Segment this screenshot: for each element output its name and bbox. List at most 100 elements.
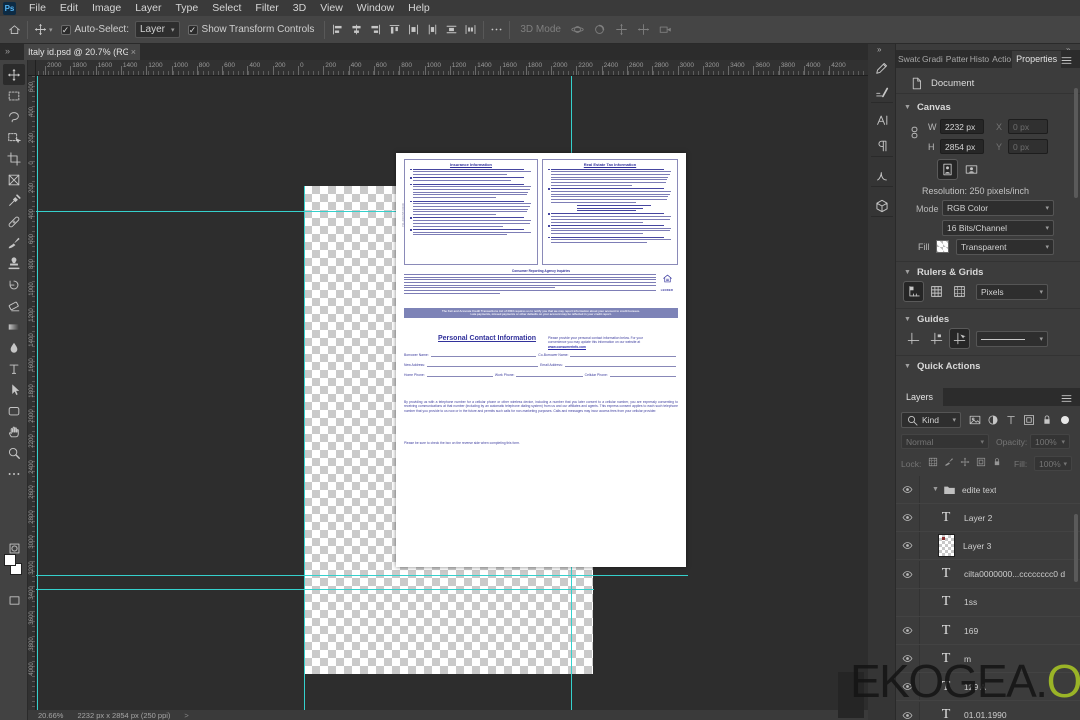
layer-row-01-01-1990[interactable]: T 01.01.1990 — [896, 701, 1080, 720]
align-top-icon[interactable] — [388, 23, 401, 36]
pan-3d-icon[interactable] — [615, 23, 628, 36]
smart-filter-icon[interactable] — [1041, 414, 1053, 426]
close-tab-icon[interactable]: × — [131, 47, 136, 57]
tab-properties[interactable]: Properties — [1012, 51, 1062, 68]
tool-eraser[interactable] — [3, 295, 25, 316]
tool-eyedropper[interactable] — [3, 190, 25, 211]
move-icon[interactable] — [960, 457, 970, 467]
tool-more[interactable] — [3, 463, 25, 484]
layer-visibility-empty[interactable] — [896, 588, 920, 616]
layer-visibility-eye-icon[interactable] — [896, 617, 920, 644]
layer-name[interactable]: m — [964, 654, 971, 664]
layer-row-layer-2[interactable]: T Layer 2 — [896, 504, 1080, 533]
canvas-section-header[interactable]: ▼ Canvas — [904, 102, 951, 113]
tool-move[interactable] — [3, 64, 25, 85]
dist-right-icon[interactable] — [445, 23, 458, 36]
layer-name[interactable]: 01.01.1990 — [964, 710, 1007, 720]
tool-marquee[interactable] — [3, 85, 25, 106]
layer-name[interactable]: 129 A — [964, 682, 986, 692]
camera-3d-icon[interactable] — [659, 23, 672, 36]
tool-blur[interactable] — [3, 337, 25, 358]
tab-patter[interactable]: Patter — [944, 51, 968, 68]
home-icon[interactable] — [8, 23, 21, 36]
layer-row-cilta0000000-cccccccc0-d[interactable]: Tcilta0000000...cccccccc0 d — [896, 560, 1080, 589]
fill-swatch[interactable] — [936, 240, 949, 253]
tool-lasso[interactable] — [3, 106, 25, 127]
layer-row-129-a[interactable]: T 129 A — [896, 673, 1080, 702]
layer-visibility-eye-icon[interactable] — [896, 476, 920, 503]
group-expand-icon[interactable]: ▼ — [932, 486, 939, 493]
text-layer-thumbnail[interactable]: T — [936, 566, 956, 582]
horizontal-ruler[interactable]: 2000 1800 1600 1400 1200 1000 800 600 400 200 0 200… — [28, 60, 868, 76]
panel-icon-character-panel[interactable] — [872, 110, 892, 130]
adjustment-filter-icon[interactable] — [987, 414, 999, 426]
layer-visibility-eye-icon[interactable] — [896, 645, 920, 673]
photoshop-logo-icon[interactable]: Ps — [3, 1, 16, 15]
work-phone-field[interactable] — [516, 374, 583, 377]
chevron-down-icon[interactable]: ▾ — [49, 26, 53, 34]
text-layer-thumbnail[interactable]: T — [936, 651, 956, 667]
layer-visibility-eye-icon[interactable] — [896, 532, 920, 560]
slide-3d-icon[interactable] — [637, 23, 650, 36]
bit-depth-dropdown[interactable]: 16 Bits/Channel ▾ — [942, 220, 1054, 236]
menu-view[interactable]: View — [313, 0, 350, 16]
auto-select-checkbox[interactable]: ✓ — [60, 24, 71, 35]
text-layer-thumbnail[interactable]: T — [936, 594, 956, 610]
roll-3d-icon[interactable] — [593, 23, 606, 36]
toggle-grid-button[interactable] — [927, 282, 946, 301]
tool-history-brush[interactable] — [3, 274, 25, 295]
panel-icon-brushes[interactable] — [872, 82, 892, 102]
lock-guides-button[interactable] — [927, 329, 946, 348]
layer-name[interactable]: cilta0000000...cccccccc0 d — [964, 569, 1065, 579]
tool-type[interactable] — [3, 358, 25, 379]
align-left-icon[interactable] — [331, 23, 344, 36]
co-borrower-name-field[interactable] — [570, 354, 676, 357]
tab-actio[interactable]: Actio — [990, 51, 1012, 68]
tool-gradient[interactable] — [3, 316, 25, 337]
document-page[interactable]: 731-4000SB 90000 Insurance Information R… — [396, 153, 686, 567]
screen-mode-button[interactable] — [3, 590, 25, 611]
brush-icon[interactable] — [944, 457, 954, 467]
orientation-portrait-button[interactable] — [937, 159, 958, 180]
menu-layer[interactable]: Layer — [128, 0, 168, 16]
orbit-3d-icon[interactable] — [571, 23, 584, 36]
toolbar-expand-icon[interactable]: » — [5, 46, 10, 56]
height-input[interactable]: 2854 px — [940, 139, 984, 154]
vertical-ruler[interactable]: 600 400 200 0 200 400 600 800 1000 1200 1400 1600 18… — [28, 76, 36, 710]
more-options-icon[interactable] — [490, 23, 503, 36]
tool-path-select[interactable] — [3, 379, 25, 400]
smart-filter-icon[interactable] — [992, 457, 1002, 467]
tab-layers[interactable]: Layers — [896, 388, 944, 406]
tool-zoom[interactable] — [3, 442, 25, 463]
ruler-units-dropdown[interactable]: Pixels ▾ — [976, 284, 1048, 300]
color-mode-dropdown[interactable]: RGB Color ▾ — [942, 200, 1054, 216]
panel-icon-paragraph-panel[interactable] — [872, 136, 892, 156]
panel-icon-properties-3d[interactable] — [872, 196, 892, 216]
layer-visibility-eye-icon[interactable] — [896, 701, 920, 720]
menu-type[interactable]: Type — [168, 0, 205, 16]
constrain-link-icon[interactable] — [908, 126, 921, 139]
layer-row-169[interactable]: T 169 — [896, 617, 1080, 645]
text-layer-thumbnail[interactable]: T — [936, 679, 956, 695]
layer-row-m[interactable]: Tm — [896, 645, 1080, 674]
layer-name[interactable]: Layer 2 — [964, 513, 992, 523]
menu-image[interactable]: Image — [85, 0, 128, 16]
guide-vertical-2[interactable] — [304, 186, 305, 710]
layer-visibility-eye-icon[interactable] — [896, 504, 920, 532]
layer-name[interactable]: edite text — [962, 485, 997, 495]
guides-section-header[interactable]: ▼ Guides — [904, 314, 949, 325]
tab-swatc[interactable]: Swatc — [896, 51, 920, 68]
move-tool-icon[interactable] — [34, 23, 47, 36]
menu-file[interactable]: File — [22, 0, 53, 16]
expand-panels-icon[interactable]: » — [877, 45, 881, 54]
fill-dropdown[interactable]: Transparent ▾ — [956, 239, 1054, 255]
dist-center-icon[interactable] — [426, 23, 439, 36]
guide-vertical-1[interactable] — [37, 76, 38, 710]
guide-style-dropdown[interactable]: ▾ — [976, 331, 1048, 347]
layer-visibility-eye-icon[interactable] — [896, 560, 920, 588]
layer-name[interactable]: Layer 3 — [963, 541, 991, 551]
canvas-area[interactable]: 731-4000SB 90000 Insurance Information R… — [36, 76, 868, 710]
contact-note-link[interactable]: www.consumerinfo.com — [548, 345, 668, 349]
shape-filter-icon[interactable] — [1023, 414, 1035, 426]
home-phone-field[interactable] — [426, 374, 493, 377]
